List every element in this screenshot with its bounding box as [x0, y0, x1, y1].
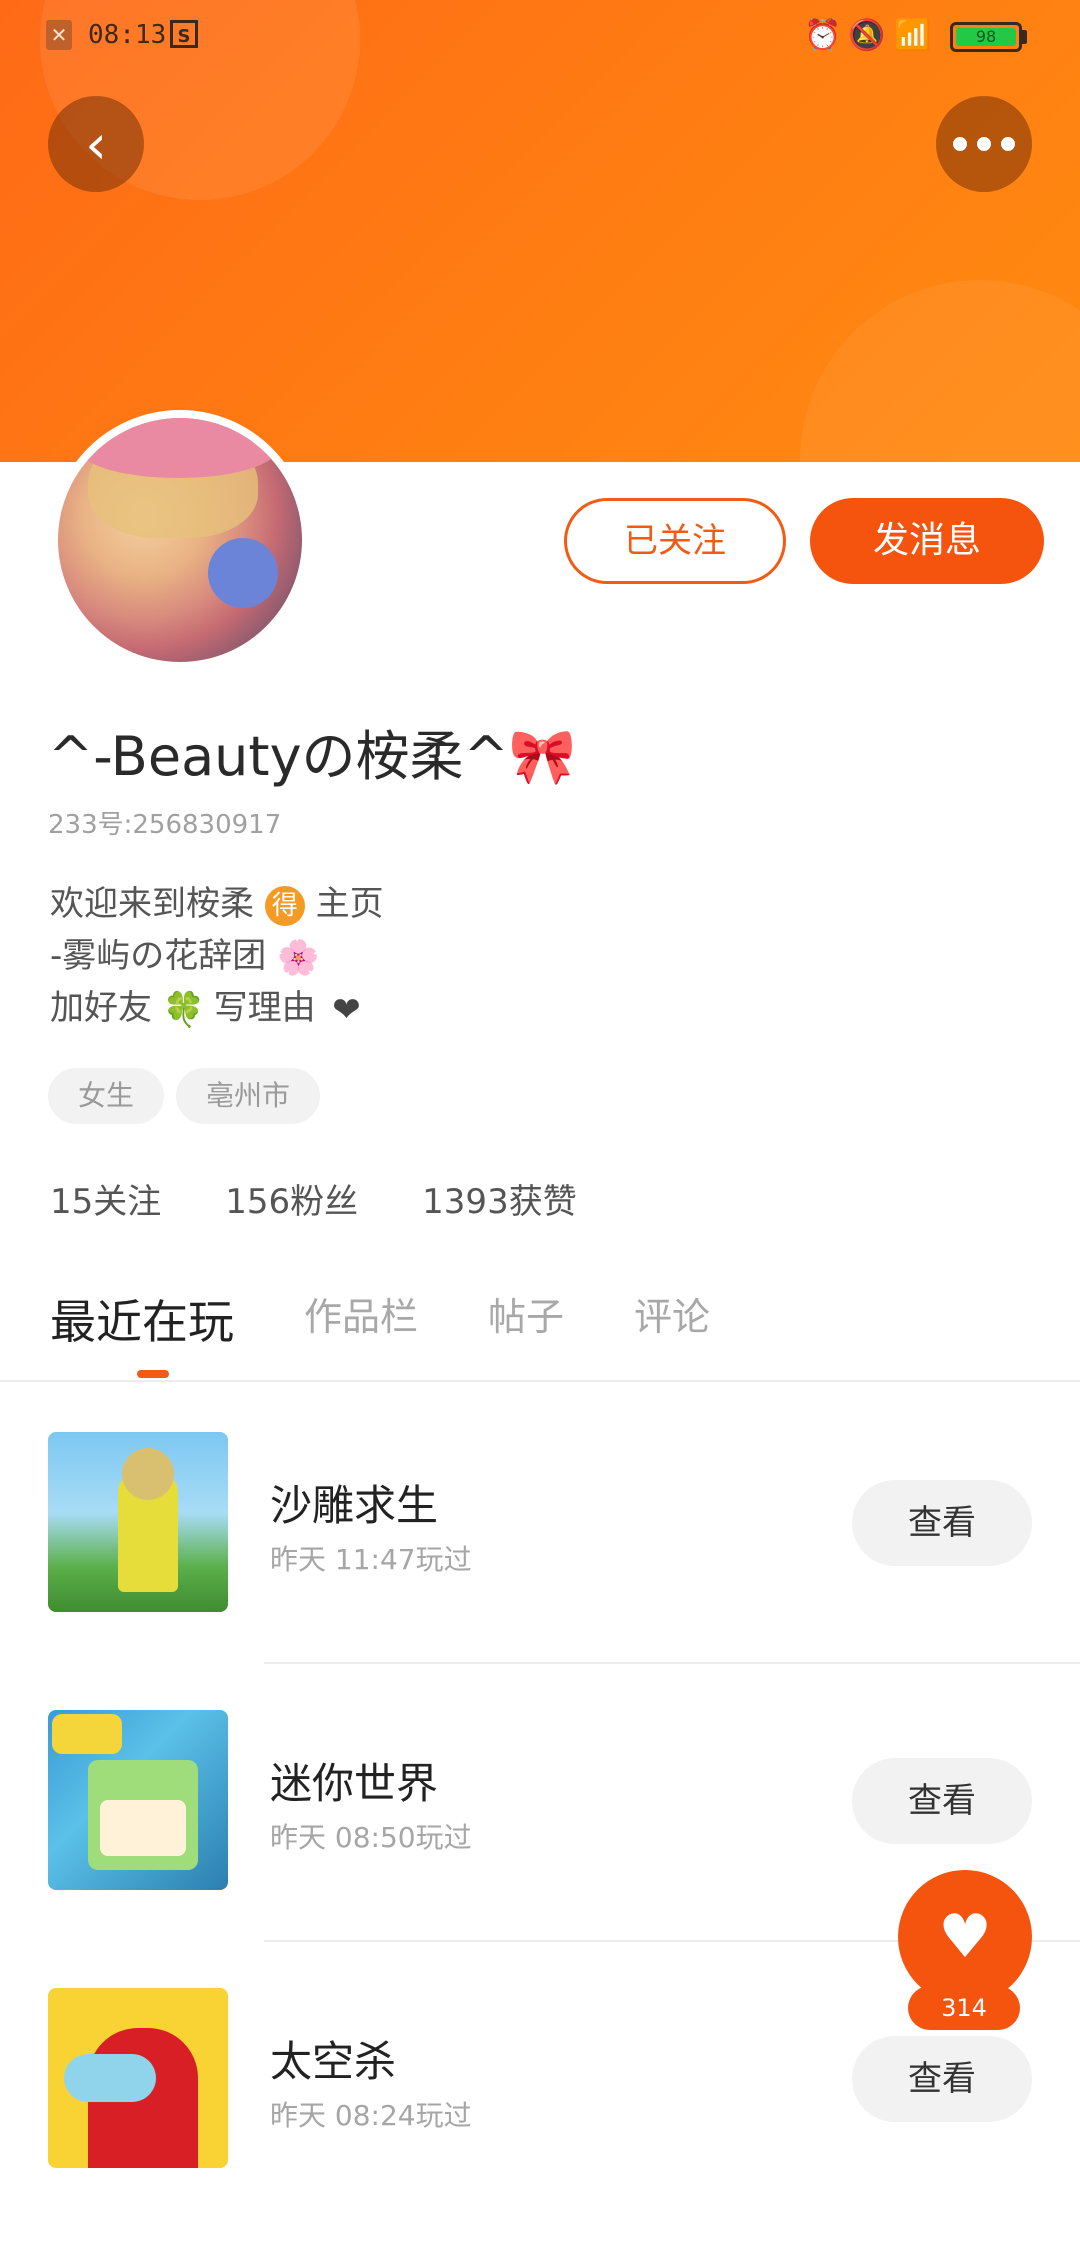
back-button[interactable]: ‹ [48, 96, 144, 192]
bow-emoji: 🎀 [508, 725, 577, 788]
view-button[interactable]: 查看 [852, 2036, 1032, 2122]
tab-works[interactable]: 作品栏 [304, 1286, 418, 1352]
like-button[interactable]: ♥ [898, 1870, 1032, 2004]
bio-text: -雾屿の花辞团 [50, 936, 267, 976]
bio-text: 写理由 [213, 988, 316, 1028]
profile-tags: 女生 亳州市 [48, 1068, 321, 1124]
profile-header-banner: ✕ 08:13 S ⏰ 🔕 📶 98 ‹ [0, 0, 1080, 462]
heart-icon: ♥ [938, 1902, 992, 1972]
likes-count: 1393获赞 [422, 1182, 577, 1222]
game-thumbnail[interactable] [48, 1432, 228, 1612]
de-badge-icon: 得 [264, 885, 305, 926]
tab-posts[interactable]: 帖子 [488, 1286, 564, 1352]
divider [0, 1380, 1080, 1382]
active-tab-indicator [137, 1370, 169, 1378]
game-last-played: 昨天 08:24玩过 [270, 2099, 472, 2132]
game-thumbnail[interactable] [48, 1988, 228, 2168]
username: ^-Beautyの桉柔^🎀 [48, 712, 576, 791]
follow-button[interactable]: 已关注 [564, 498, 786, 584]
username-text: ^-Beautyの桉柔^ [48, 725, 509, 788]
list-item[interactable]: 沙雕求生 昨天 11:47玩过 查看 [0, 1432, 1080, 1710]
battery-level: 98 [956, 28, 1016, 46]
game-last-played: 昨天 11:47玩过 [270, 1543, 472, 1576]
user-id: 233号:256830917 [48, 810, 282, 840]
more-button[interactable] [936, 96, 1032, 192]
alarm-icon: ⏰ [804, 18, 842, 53]
game-last-played: 昨天 08:50玩过 [270, 1821, 472, 1854]
bio: 欢迎来到桉柔 得 主页 -雾屿の花辞团 🌸 加好友 🍀 写理由 ❤ [50, 878, 384, 1034]
divider [264, 1662, 1080, 1664]
mute-icon: 🔕 [848, 18, 886, 53]
screenshot-icon: S [170, 20, 198, 48]
game-thumbnail[interactable] [48, 1710, 228, 1890]
clover-icon: 🍀 [162, 989, 206, 1030]
game-title: 沙雕求生 [270, 1481, 439, 1530]
avatar-frame[interactable] [50, 410, 310, 670]
game-title: 迷你世界 [270, 1759, 439, 1808]
following-count[interactable]: 15关注 [50, 1174, 161, 1223]
profile-tabs: 最近在玩 作品栏 帖子 评论 [50, 1286, 710, 1352]
list-item[interactable]: 太空杀 昨天 08:24玩过 查看 [0, 1988, 1080, 2266]
more-icon [953, 137, 1015, 151]
profile-stats: 15关注 156粉丝 1393获赞 [50, 1174, 577, 1223]
back-icon: ‹ [85, 112, 107, 176]
bio-line-2: -雾屿の花辞团 🌸 [50, 930, 384, 982]
bio-text: 主页 [315, 884, 384, 924]
battery-tip [1022, 30, 1027, 44]
tag-city: 亳州市 [176, 1068, 321, 1124]
status-time: 08:13 [88, 20, 167, 50]
avatar[interactable] [58, 418, 302, 662]
tag-gender: 女生 [48, 1068, 165, 1124]
header-decoration [800, 280, 1080, 462]
tab-comments[interactable]: 评论 [634, 1286, 710, 1352]
message-button[interactable]: 发消息 [810, 498, 1044, 584]
view-button[interactable]: 查看 [852, 1758, 1032, 1844]
followers-count[interactable]: 156粉丝 [225, 1174, 358, 1223]
bio-line-1: 欢迎来到桉柔 得 主页 [50, 878, 384, 930]
wifi-icon: 📶 [894, 18, 932, 53]
tab-recently-played[interactable]: 最近在玩 [50, 1286, 234, 1352]
bio-text: 欢迎来到桉柔 [50, 884, 254, 924]
battery-icon: 98 [950, 22, 1022, 52]
avatar-flower [208, 538, 278, 608]
avatar-cap [78, 418, 278, 478]
close-notification-icon: ✕ [46, 20, 72, 50]
bio-text: 加好友 [50, 988, 152, 1028]
view-button[interactable]: 查看 [852, 1480, 1032, 1566]
like-count-badge: 314 [908, 1986, 1020, 2030]
status-bar: ✕ 08:13 S ⏰ 🔕 📶 98 [0, 0, 1080, 72]
game-title: 太空杀 [270, 2037, 397, 2086]
heart-icon: ❤ [332, 989, 361, 1030]
sakura-icon: 🌸 [277, 937, 320, 978]
bio-line-3: 加好友 🍀 写理由 ❤ [50, 982, 384, 1034]
